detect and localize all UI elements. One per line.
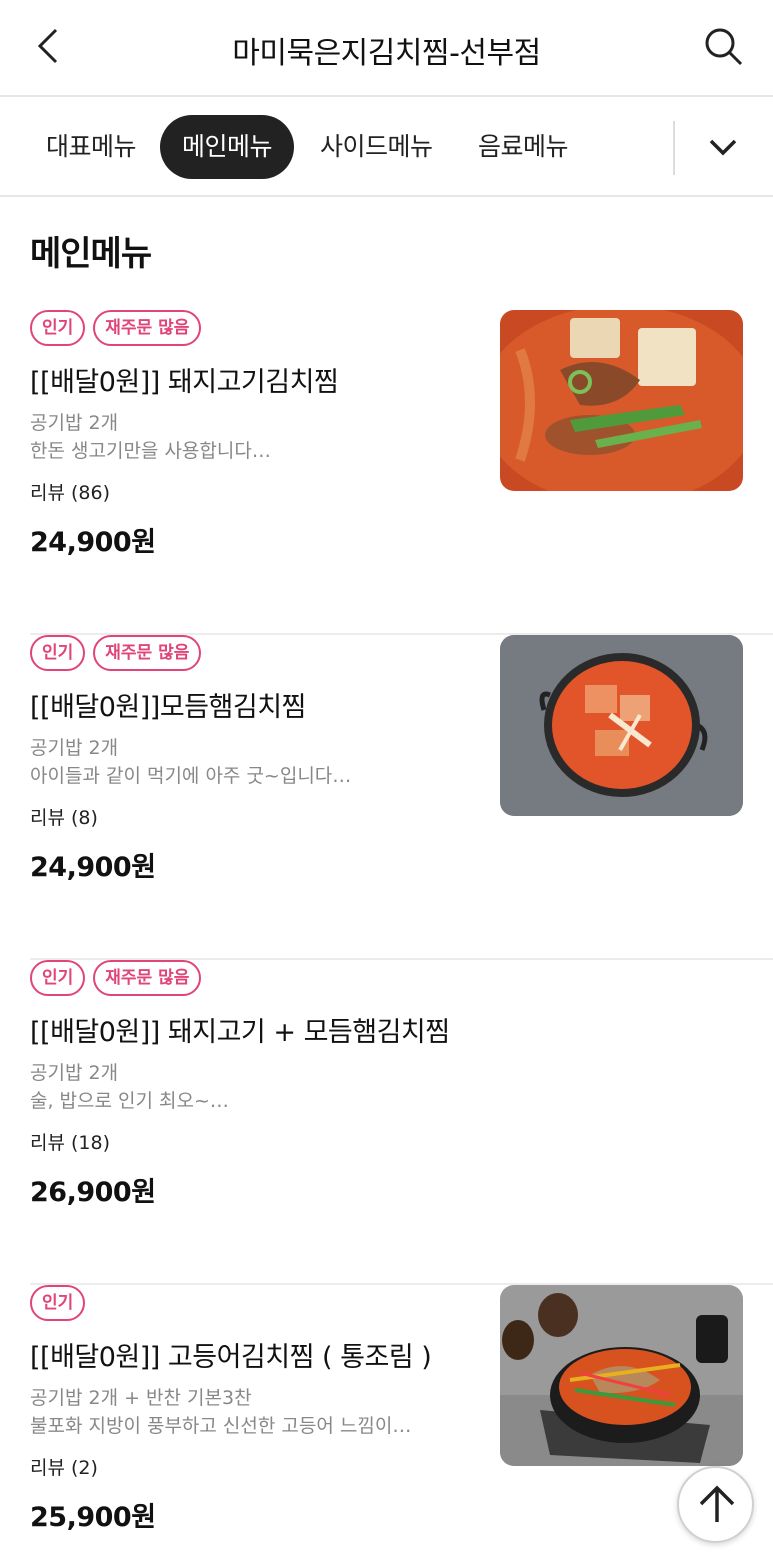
popular-badge: 인기 bbox=[30, 310, 86, 346]
menu-item-includes: 공기밥 2개 bbox=[30, 1062, 119, 1084]
menu-item[interactable]: 인기 재주문 많음 [[배달0원]] 돼지고기 + 모듬햄김치찜 공기밥 2개 … bbox=[0, 960, 773, 1285]
menu-item-description: 한돈 생고기만을 사용합니다… bbox=[30, 440, 271, 462]
tab-representative-menu[interactable]: 대표메뉴 bbox=[46, 115, 137, 179]
search-button[interactable] bbox=[701, 24, 745, 68]
badge-group: 인기 재주문 많음 bbox=[30, 960, 202, 996]
menu-item-includes: 공기밥 2개 + 반찬 기본3찬 bbox=[30, 1387, 252, 1409]
menu-item-name: [[배달0원]] 돼지고기 + 모듬햄김치찜 bbox=[30, 1017, 450, 1048]
tab-side-menu[interactable]: 사이드메뉴 bbox=[320, 115, 433, 179]
menu-item-review-count: 리뷰 (86) bbox=[30, 482, 111, 504]
chevron-down-icon bbox=[709, 139, 737, 156]
menu-item-photo bbox=[500, 310, 743, 491]
menu-item-name: [[배달0원]]모듬햄김치찜 bbox=[30, 692, 306, 723]
section-title: 메인메뉴 bbox=[30, 234, 152, 274]
menu-item-price: 24,900원 bbox=[30, 852, 156, 883]
tab-main-menu[interactable]: 메인메뉴 bbox=[160, 115, 295, 179]
menu-item[interactable]: 인기 재주문 많음 [[배달0원]] 돼지고기김치찜 공기밥 2개 한돈 생고기… bbox=[0, 310, 773, 635]
reorder-badge: 재주문 많음 bbox=[93, 635, 202, 671]
popular-badge: 인기 bbox=[30, 635, 86, 671]
menu-item-includes: 공기밥 2개 bbox=[30, 412, 119, 434]
page-title: 마미묵은지김치찜-선부점 bbox=[232, 36, 541, 71]
tabs-divider bbox=[673, 121, 675, 175]
scroll-top-button[interactable] bbox=[677, 1466, 754, 1543]
menu-item-review-count: 리뷰 (18) bbox=[30, 1132, 111, 1154]
menu-item-photo bbox=[500, 1285, 743, 1466]
menu-item-price: 25,900원 bbox=[30, 1502, 156, 1533]
tab-drink-menu[interactable]: 음료메뉴 bbox=[478, 115, 569, 179]
menu-item-review-count: 리뷰 (8) bbox=[30, 807, 98, 829]
menu-item-photo bbox=[500, 635, 743, 816]
menu-item-description: 불포화 지방이 풍부하고 신선한 고등어 느낌이… bbox=[30, 1415, 412, 1437]
popular-badge: 인기 bbox=[30, 960, 86, 996]
reorder-badge: 재주문 많음 bbox=[93, 310, 202, 346]
reorder-badge: 재주문 많음 bbox=[93, 960, 202, 996]
menu-item-price: 26,900원 bbox=[30, 1177, 156, 1208]
menu-item-description: 아이들과 같이 먹기에 아주 굿~입니다… bbox=[30, 765, 352, 787]
badge-group: 인기 bbox=[30, 1285, 86, 1321]
category-tabs: 대표메뉴 메인메뉴 사이드메뉴 음료메뉴 bbox=[0, 99, 773, 197]
popular-badge: 인기 bbox=[30, 1285, 86, 1321]
menu-item-name: [[배달0원]] 돼지고기김치찜 bbox=[30, 367, 339, 398]
tabs-expand-button[interactable] bbox=[700, 127, 746, 169]
badge-group: 인기 재주문 많음 bbox=[30, 635, 202, 671]
menu-item-name: [[배달0원]] 고등어김치찜 ( 통조림 ) bbox=[30, 1342, 432, 1373]
menu-item-includes: 공기밥 2개 bbox=[30, 737, 119, 759]
menu-item[interactable]: 인기 [[배달0원]] 고등어김치찜 ( 통조림 ) 공기밥 2개 + 반찬 기… bbox=[0, 1285, 773, 1564]
menu-item-description: 술, 밥으로 인기 최오~… bbox=[30, 1090, 229, 1112]
menu-item-review-count: 리뷰 (2) bbox=[30, 1457, 98, 1479]
menu-item-price: 24,900원 bbox=[30, 527, 156, 558]
menu-item[interactable]: 인기 재주문 많음 [[배달0원]]모듬햄김치찜 공기밥 2개 아이들과 같이 … bbox=[0, 635, 773, 960]
app-header: 마미묵은지김치찜-선부점 bbox=[0, 0, 773, 97]
search-icon bbox=[705, 28, 743, 66]
badge-group: 인기 재주문 많음 bbox=[30, 310, 202, 346]
arrow-up-icon bbox=[699, 1485, 735, 1522]
